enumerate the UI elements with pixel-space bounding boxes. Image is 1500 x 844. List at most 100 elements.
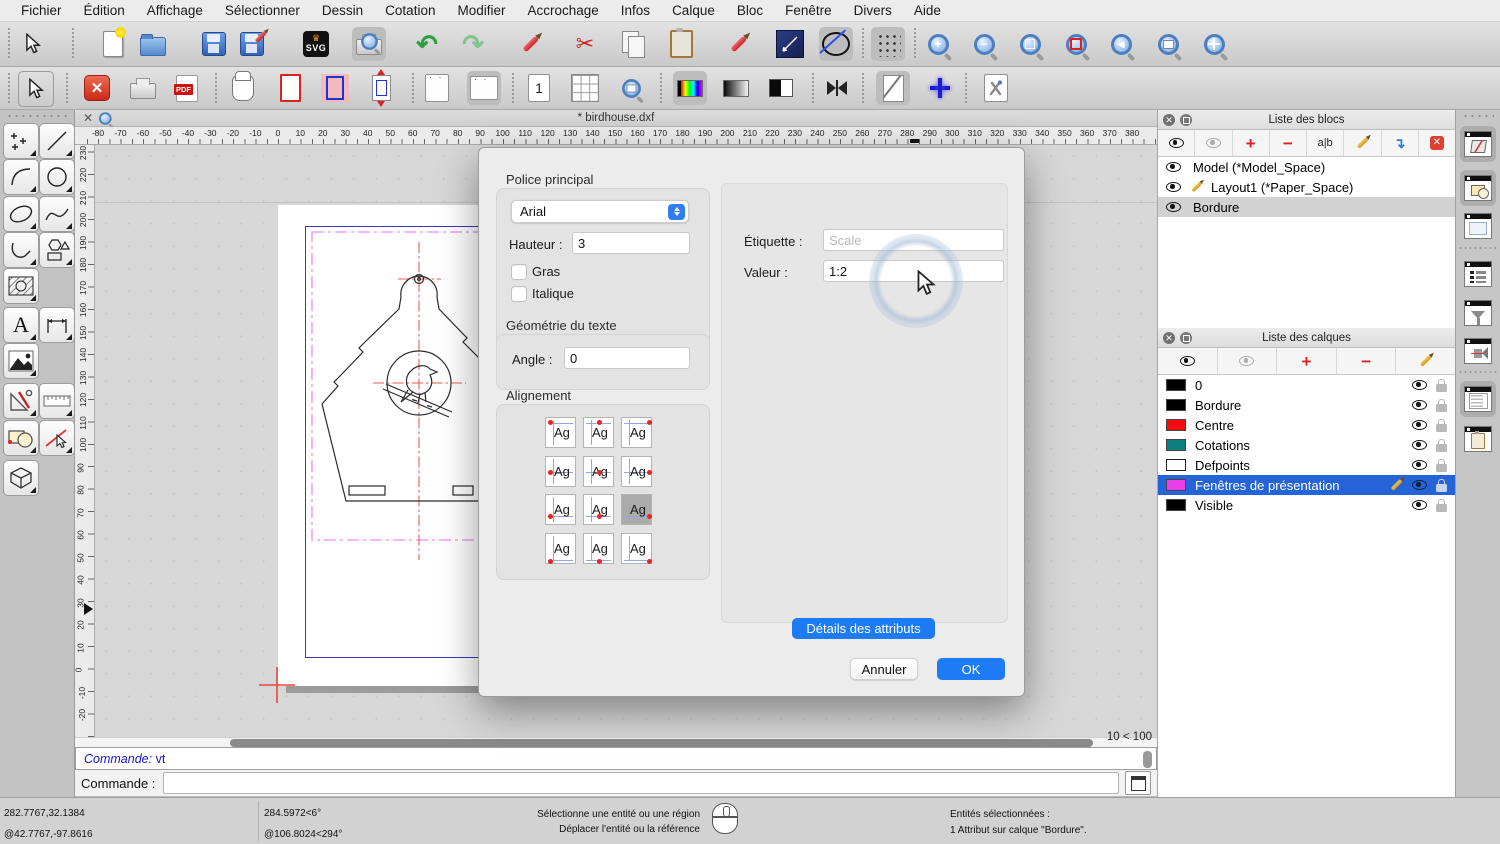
cancel-button[interactable]: Annuler: [850, 658, 918, 680]
block-row[interactable]: Model (*Model_Space): [1158, 157, 1455, 177]
layer-lock-icon[interactable]: [1436, 398, 1447, 412]
menu-item-cotation[interactable]: Cotation: [374, 3, 446, 18]
save-as-button[interactable]: [235, 27, 269, 61]
show-all-blocks-button[interactable]: [1158, 130, 1196, 156]
multi-page-button[interactable]: [568, 71, 602, 105]
line-tool-button[interactable]: [773, 27, 807, 61]
ok-button[interactable]: OK: [937, 658, 1005, 680]
modify-tools-button[interactable]: [3, 383, 39, 419]
zoom-in-button[interactable]: +: [921, 27, 955, 61]
lineweight-button[interactable]: [820, 71, 854, 105]
command-input[interactable]: [163, 772, 1119, 794]
menu-item-infos[interactable]: Infos: [610, 3, 661, 18]
ellipse-tool-button[interactable]: [819, 27, 853, 61]
strip-drag-handle[interactable]: [1462, 113, 1494, 119]
layer-row[interactable]: 0: [1158, 375, 1455, 395]
italic-checkbox[interactable]: [511, 286, 527, 302]
visibility-eye-icon[interactable]: [1166, 182, 1181, 192]
points-tool-button[interactable]: [3, 123, 39, 159]
undo-button[interactable]: ↶: [410, 27, 444, 61]
paper-borders-button[interactable]: [273, 71, 307, 105]
menu-item-modifier[interactable]: Modifier: [446, 3, 516, 18]
hide-all-layers-button[interactable]: [1218, 348, 1278, 374]
portrait-page-button[interactable]: [420, 71, 454, 105]
layer-visibility-icon[interactable]: [1412, 460, 1427, 470]
bold-checkbox[interactable]: [511, 264, 527, 280]
edit-layer-button[interactable]: [1396, 348, 1455, 374]
close-drawing-button[interactable]: ✕: [80, 71, 114, 105]
attribute-details-button[interactable]: Détails des attributs: [792, 618, 935, 639]
layer-lock-icon[interactable]: [1436, 418, 1447, 432]
alignment-cell[interactable]: Ag: [583, 417, 614, 448]
layer-lock-icon[interactable]: [1436, 438, 1447, 452]
dock-block-list-button[interactable]: [1460, 126, 1496, 162]
history-scrollbar-thumb[interactable]: [1143, 751, 1152, 768]
layer-row[interactable]: Visible: [1158, 495, 1455, 515]
alignment-cell[interactable]: Ag: [583, 455, 614, 487]
measure-tools-button[interactable]: [39, 383, 75, 419]
alignment-cell[interactable]: Ag: [621, 455, 652, 487]
insert-block-button[interactable]: ↴: [1382, 130, 1419, 156]
redo-button[interactable]: ↷: [456, 27, 490, 61]
circle-tool-button[interactable]: [39, 159, 75, 195]
tag-input[interactable]: [823, 229, 1004, 251]
block-row[interactable]: Bordure: [1158, 197, 1455, 217]
single-page-button[interactable]: 1: [522, 71, 556, 105]
dock-command-line-button[interactable]: [1460, 381, 1496, 417]
shapes-tool-button[interactable]: [39, 232, 75, 268]
layer-row[interactable]: Bordure: [1158, 395, 1455, 415]
menu-item-edition[interactable]: Édition: [73, 3, 136, 18]
print-preview-button[interactable]: [352, 27, 386, 61]
font-select[interactable]: Arial: [511, 200, 689, 223]
menu-item-calque[interactable]: Calque: [661, 3, 726, 18]
print-button[interactable]: [126, 71, 160, 105]
alignment-cell[interactable]: Ag: [621, 494, 652, 525]
hide-all-blocks-button[interactable]: [1195, 130, 1233, 156]
remove-block-button[interactable]: −: [1270, 130, 1307, 156]
alignment-cell[interactable]: Ag: [545, 532, 576, 564]
alignment-cell[interactable]: Ag: [621, 532, 652, 564]
line-tool-button[interactable]: [39, 123, 75, 159]
visibility-eye-icon[interactable]: [1166, 162, 1181, 172]
layer-row[interactable]: Centre: [1158, 415, 1455, 435]
layer-visibility-icon[interactable]: [1412, 400, 1427, 410]
selection-tools-button[interactable]: [39, 420, 75, 456]
svg-export-button[interactable]: ♛ SVG: [299, 27, 333, 61]
delete-tool-button[interactable]: [513, 27, 547, 61]
alignment-cell[interactable]: Ag: [621, 417, 652, 448]
pan-button[interactable]: [1197, 27, 1231, 61]
layer-lock-icon[interactable]: [1436, 498, 1447, 512]
paste-button[interactable]: [664, 27, 698, 61]
polyline-tool-button[interactable]: [3, 232, 39, 268]
layer-row[interactable]: Fenêtres de présentation: [1158, 475, 1455, 495]
blackwhite-mode-button[interactable]: [764, 71, 798, 105]
dimension-tool-button[interactable]: [39, 307, 75, 343]
alignment-cell[interactable]: Ag: [545, 494, 576, 525]
dock-property-editor-button[interactable]: [1460, 208, 1496, 244]
preferences-button[interactable]: [979, 71, 1013, 105]
zoom-out-button[interactable]: −: [967, 27, 1001, 61]
menu-item-aide[interactable]: Aide: [903, 3, 952, 18]
show-points-button[interactable]: [923, 71, 957, 105]
image-tool-button[interactable]: [3, 343, 39, 379]
command-window-button[interactable]: [1125, 771, 1151, 795]
selection-pointer-button[interactable]: [18, 71, 54, 107]
layer-visibility-icon[interactable]: [1412, 440, 1427, 450]
alignment-cell[interactable]: Ag: [583, 494, 614, 525]
scrollbar-thumb[interactable]: [230, 739, 1093, 747]
pan-hand-button[interactable]: [226, 71, 260, 105]
layer-visibility-icon[interactable]: [1412, 420, 1427, 430]
add-block-button[interactable]: +: [1233, 130, 1270, 156]
menu-item-divers[interactable]: Divers: [843, 3, 903, 18]
layer-lock-icon[interactable]: [1436, 458, 1447, 472]
menu-item-accrochage[interactable]: Accrochage: [516, 3, 609, 18]
zoom-selection-button[interactable]: [1059, 27, 1093, 61]
dock-library-browser-button[interactable]: [1460, 170, 1496, 206]
dock-notification-button[interactable]: [1460, 333, 1496, 369]
menu-item-bloc[interactable]: Bloc: [726, 3, 774, 18]
show-all-layers-button[interactable]: [1158, 348, 1218, 374]
hatch-tool-button[interactable]: [3, 268, 39, 304]
fit-page-button[interactable]: [364, 69, 398, 107]
open-file-button[interactable]: [136, 27, 170, 61]
menu-item-dessin[interactable]: Dessin: [311, 3, 374, 18]
